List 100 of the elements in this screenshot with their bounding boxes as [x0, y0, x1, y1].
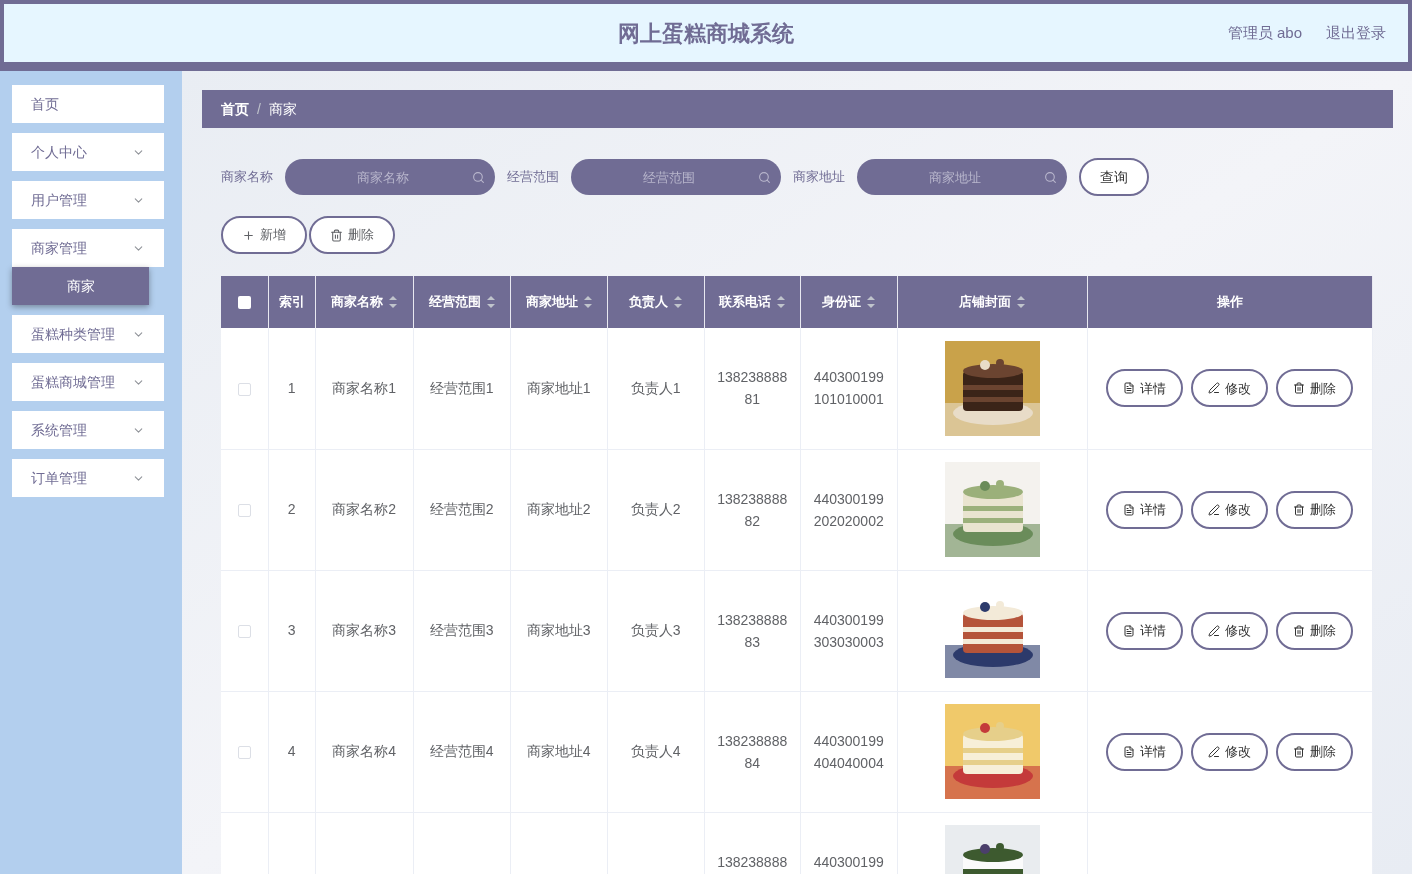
table-cell: 4	[287, 743, 296, 759]
sidebar-subitem[interactable]: 商家	[12, 267, 149, 305]
edit-button[interactable]: 修改	[1191, 732, 1269, 771]
trash-icon	[1293, 745, 1306, 758]
sidebar-item[interactable]: 用户管理	[12, 181, 164, 219]
table-cell-text: 13823888881	[716, 368, 789, 410]
table-cell: 商家地址3	[526, 622, 591, 638]
document-icon	[1123, 624, 1136, 637]
column-header[interactable]: 商家名称	[331, 292, 384, 312]
pencil-icon	[1208, 503, 1221, 516]
sort-icon[interactable]	[674, 296, 683, 308]
table-cell-text: 440300199202020002	[812, 489, 885, 531]
table-cell: 商家地址2	[526, 501, 591, 517]
search-field[interactable]: 商家地址	[857, 159, 1067, 195]
sort-icon[interactable]	[867, 296, 876, 308]
column-header[interactable]: 负责人	[629, 292, 669, 312]
document-icon	[1123, 382, 1136, 395]
table-cell: 商家名称4	[332, 743, 396, 759]
table-cell: 商家地址1	[526, 379, 591, 396]
sort-icon[interactable]	[777, 296, 786, 308]
edit-button[interactable]: 修改	[1191, 369, 1269, 408]
column-header[interactable]: 联系电话	[719, 292, 772, 312]
pencil-icon	[1208, 382, 1221, 395]
table-cell: 负责人4	[630, 743, 681, 759]
edit-button[interactable]: 修改	[1191, 490, 1269, 529]
document-icon	[1123, 503, 1136, 516]
search-button[interactable]: 查询	[1079, 158, 1149, 196]
column-header[interactable]: 商家地址	[525, 292, 578, 312]
table-cell-text: 13823888884	[716, 731, 789, 773]
pencil-icon	[1208, 624, 1221, 637]
row-checkbox[interactable]	[237, 624, 251, 638]
sidebar-item[interactable]: 蛋糕种类管理	[12, 315, 164, 353]
column-header[interactable]: 经营范围	[428, 292, 481, 312]
breadcrumb-item[interactable]: 首页	[221, 98, 249, 120]
table-cell-text: 440300199101010001	[812, 368, 885, 410]
table-cell: 商家名称1	[332, 379, 396, 396]
trash-icon	[1293, 503, 1306, 516]
table-cell: 经营范围1	[429, 379, 494, 396]
search-icon	[472, 171, 485, 184]
add-button[interactable]: 新增	[221, 216, 307, 254]
user-name: 管理员 abo	[1227, 22, 1302, 43]
search-icon	[1044, 171, 1057, 184]
table-cell-text: 440300199303030003	[812, 610, 885, 652]
table-cell-text: 13823888883	[716, 610, 789, 652]
column-header: 索引	[278, 293, 305, 312]
filter-label: 经营范围	[507, 168, 559, 187]
trash-icon	[1293, 624, 1306, 637]
select-all-checkbox[interactable]	[237, 296, 251, 310]
logout-link[interactable]: 退出登录	[1326, 21, 1386, 45]
trash-icon	[1293, 382, 1306, 395]
sidebar-item[interactable]: 首页	[12, 85, 164, 123]
search-field[interactable]: 经营范围	[571, 159, 781, 195]
table-cell: 负责人1	[630, 379, 681, 396]
delete-button[interactable]: 删除	[1276, 369, 1354, 408]
table-cell: 商家名称2	[332, 501, 396, 517]
sort-icon[interactable]	[583, 296, 592, 308]
table-cell-text: 13823888882	[716, 489, 789, 531]
sort-icon[interactable]	[389, 296, 398, 308]
delete-button[interactable]: 删除	[1276, 732, 1354, 771]
table-cell: 3	[287, 622, 296, 638]
delete-button[interactable]: 删除	[309, 216, 395, 254]
delete-button[interactable]: 删除	[1276, 611, 1354, 650]
column-header[interactable]: 身份证	[822, 292, 862, 312]
sidebar-item[interactable]: 系统管理	[12, 411, 164, 449]
edit-button[interactable]: 修改	[1191, 611, 1269, 650]
sidebar-item[interactable]: 个人中心	[12, 133, 164, 171]
delete-button[interactable]: 删除	[1276, 490, 1354, 529]
sidebar-item[interactable]: 订单管理	[12, 459, 164, 497]
table-cell: 负责人2	[630, 501, 681, 517]
sort-icon[interactable]	[486, 296, 495, 308]
table-cell: 2	[287, 501, 296, 517]
sidebar-item[interactable]: 蛋糕商城管理	[12, 363, 164, 401]
detail-button[interactable]: 详情	[1106, 369, 1184, 408]
table-cell-text: 440300199404040004	[812, 731, 885, 773]
row-checkbox[interactable]	[237, 382, 251, 396]
pencil-icon	[1208, 745, 1221, 758]
detail-button[interactable]: 详情	[1106, 490, 1184, 529]
detail-button[interactable]: 详情	[1106, 732, 1184, 771]
table-cell: 经营范围4	[429, 743, 494, 759]
search-icon	[758, 171, 771, 184]
document-icon	[1123, 745, 1136, 758]
column-header: 操作	[1216, 293, 1243, 312]
table-cell: 经营范围3	[429, 622, 494, 638]
breadcrumb-separator: /	[257, 99, 261, 119]
row-checkbox[interactable]	[237, 503, 251, 517]
table-cell-text: 138238888	[716, 852, 789, 872]
sidebar-item[interactable]: 商家管理	[12, 229, 164, 267]
column-header[interactable]: 店铺封面	[959, 292, 1012, 312]
table-cell: 负责人3	[630, 622, 681, 638]
detail-button[interactable]: 详情	[1106, 611, 1184, 650]
breadcrumb-item: 商家	[268, 99, 297, 119]
search-field[interactable]: 商家名称	[285, 159, 495, 195]
table-cell: 商家名称3	[332, 622, 396, 638]
filter-label: 商家名称	[221, 168, 273, 187]
table-cell: 商家地址4	[526, 743, 591, 759]
table-cell: 经营范围2	[429, 501, 494, 517]
sort-icon[interactable]	[1017, 296, 1026, 308]
filter-label: 商家地址	[793, 168, 845, 187]
table-cell-text: 440300199	[812, 852, 885, 872]
row-checkbox[interactable]	[237, 745, 251, 759]
